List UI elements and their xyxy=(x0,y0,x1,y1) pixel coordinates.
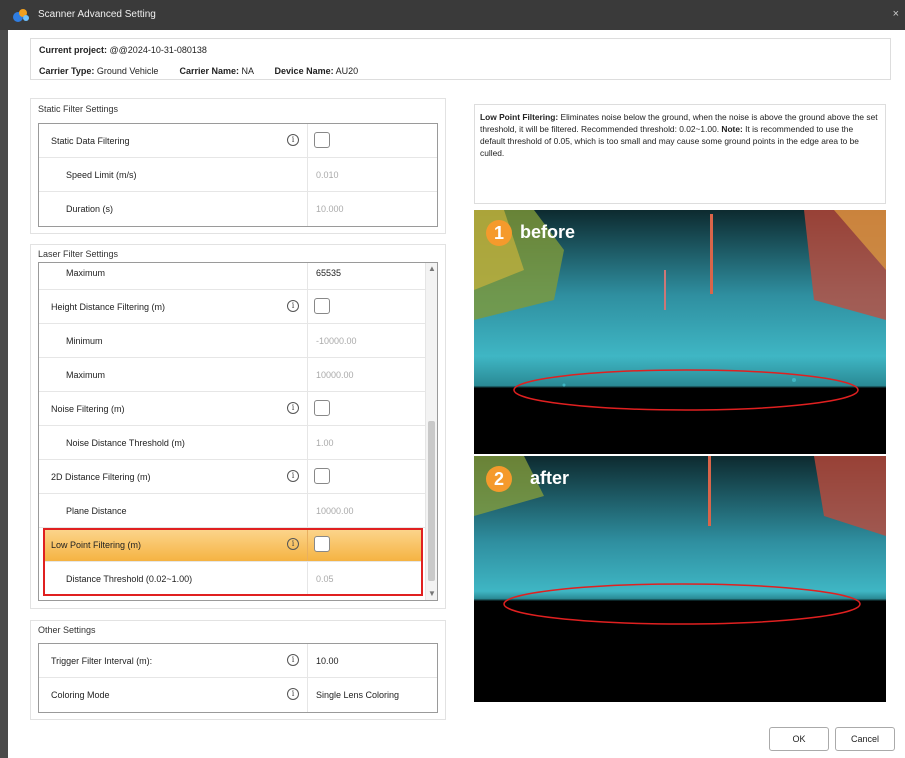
title-bar: Scanner Advanced Setting × xyxy=(0,0,905,30)
project-value: @@2024-10-31-080138 xyxy=(109,45,207,55)
noise-filtering-label: Noise Filtering (m) xyxy=(51,404,125,414)
noise-distance-threshold-row: Noise Distance Threshold (m) 1.00 xyxy=(39,426,427,460)
noise-distance-threshold-label: Noise Distance Threshold (m) xyxy=(66,438,185,448)
project-info-panel: Current project: @@2024-10-31-080138 Car… xyxy=(30,38,891,80)
maximum-row: Maximum 65535 xyxy=(39,263,427,290)
coloring-mode-select[interactable]: Single Lens Coloring xyxy=(316,690,399,700)
static-filter-title: Static Filter Settings xyxy=(38,104,119,114)
close-icon[interactable]: × xyxy=(893,8,899,20)
scroll-down-icon[interactable]: ▼ xyxy=(426,588,437,600)
duration-input[interactable]: 10.000 xyxy=(316,204,344,214)
speed-limit-input[interactable]: 0.010 xyxy=(316,170,339,180)
device-name-label: Device Name: xyxy=(274,66,334,76)
2d-distance-filtering-row: 2D Distance Filtering (m) i xyxy=(39,460,427,494)
minimum-label: Minimum xyxy=(66,336,103,346)
scrollbar[interactable]: ▲ ▼ xyxy=(425,263,437,600)
height-maximum-row: Maximum 10000.00 xyxy=(39,358,427,392)
scroll-up-icon[interactable]: ▲ xyxy=(426,263,437,275)
speed-limit-label: Speed Limit (m/s) xyxy=(66,170,137,180)
coloring-mode-label: Coloring Mode xyxy=(51,690,110,700)
trigger-filter-interval-row: Trigger Filter Interval (m): i 10.00 xyxy=(39,644,437,678)
height-distance-filtering-row: Height Distance Filtering (m) i xyxy=(39,290,427,324)
info-icon[interactable]: i xyxy=(287,654,299,666)
note-label: Note: xyxy=(721,124,743,134)
noise-distance-threshold-input[interactable]: 1.00 xyxy=(316,438,334,448)
highlight-outline xyxy=(43,528,423,596)
carrier-type-label: Carrier Type: xyxy=(39,66,95,76)
device-name-value: AU20 xyxy=(335,66,359,76)
after-label: after xyxy=(530,468,570,488)
after-step-badge: 2 xyxy=(486,466,512,492)
plane-distance-row: Plane Distance 10000.00 xyxy=(39,494,427,528)
maximum-input[interactable]: 65535 xyxy=(316,268,341,278)
maximum-label: Maximum xyxy=(66,268,106,278)
plane-distance-input[interactable]: 10000.00 xyxy=(316,506,354,516)
description-panel: Low Point Filtering: Eliminates noise be… xyxy=(474,104,886,204)
minimum-row: Minimum -10000.00 xyxy=(39,324,427,358)
height-maximum-label: Maximum xyxy=(66,370,106,380)
before-label: before xyxy=(520,222,576,242)
duration-row: Duration (s) 10.000 xyxy=(39,192,437,226)
2d-distance-filtering-label: 2D Distance Filtering (m) xyxy=(51,472,151,482)
noise-filtering-row: Noise Filtering (m) i xyxy=(39,392,427,426)
info-icon[interactable]: i xyxy=(287,402,299,414)
info-icon[interactable]: i xyxy=(287,134,299,146)
trigger-filter-interval-label: Trigger Filter Interval (m): xyxy=(51,656,153,666)
height-distance-filtering-label: Height Distance Filtering (m) xyxy=(51,302,166,312)
coloring-mode-row: Coloring Mode i Single Lens Coloring xyxy=(39,678,437,712)
window-border xyxy=(0,30,8,758)
before-step-badge: 1 xyxy=(486,220,512,246)
window-title: Scanner Advanced Setting xyxy=(38,9,156,20)
height-distance-filtering-checkbox[interactable] xyxy=(314,298,330,314)
project-label: Current project: xyxy=(39,45,108,55)
other-settings-table: Trigger Filter Interval (m): i 10.00 Col… xyxy=(38,643,438,713)
speed-limit-row: Speed Limit (m/s) 0.010 xyxy=(39,158,437,192)
laser-filter-table: Maximum 65535 Height Distance Filtering … xyxy=(38,262,438,601)
info-icon[interactable]: i xyxy=(287,300,299,312)
laser-filter-title: Laser Filter Settings xyxy=(38,249,119,259)
cancel-button[interactable]: Cancel xyxy=(835,727,895,751)
info-icon[interactable]: i xyxy=(287,470,299,482)
height-maximum-input[interactable]: 10000.00 xyxy=(316,370,354,380)
minimum-input[interactable]: -10000.00 xyxy=(316,336,357,346)
duration-label: Duration (s) xyxy=(66,204,114,214)
info-icon[interactable]: i xyxy=(287,688,299,700)
trigger-filter-interval-input[interactable]: 10.00 xyxy=(316,656,339,666)
static-data-filtering-row: Static Data Filtering i xyxy=(39,124,437,158)
ok-button[interactable]: OK xyxy=(769,727,829,751)
2d-distance-filtering-checkbox[interactable] xyxy=(314,468,330,484)
carrier-name-label: Carrier Name: xyxy=(179,66,239,76)
other-settings-title: Other Settings xyxy=(38,625,96,635)
static-filter-table: Static Data Filtering i Speed Limit (m/s… xyxy=(38,123,438,227)
static-data-filtering-checkbox[interactable] xyxy=(314,132,330,148)
app-logo-icon xyxy=(13,9,29,22)
plane-distance-label: Plane Distance xyxy=(66,506,127,516)
description-title: Low Point Filtering: xyxy=(480,112,559,122)
scroll-thumb[interactable] xyxy=(428,421,435,581)
static-data-filtering-label: Static Data Filtering xyxy=(51,136,130,146)
carrier-name-value: NA xyxy=(241,66,254,76)
carrier-type-value: Ground Vehicle xyxy=(96,66,159,76)
after-image: 2 after xyxy=(474,456,886,702)
before-image: 1 before xyxy=(474,210,886,454)
noise-filtering-checkbox[interactable] xyxy=(314,400,330,416)
